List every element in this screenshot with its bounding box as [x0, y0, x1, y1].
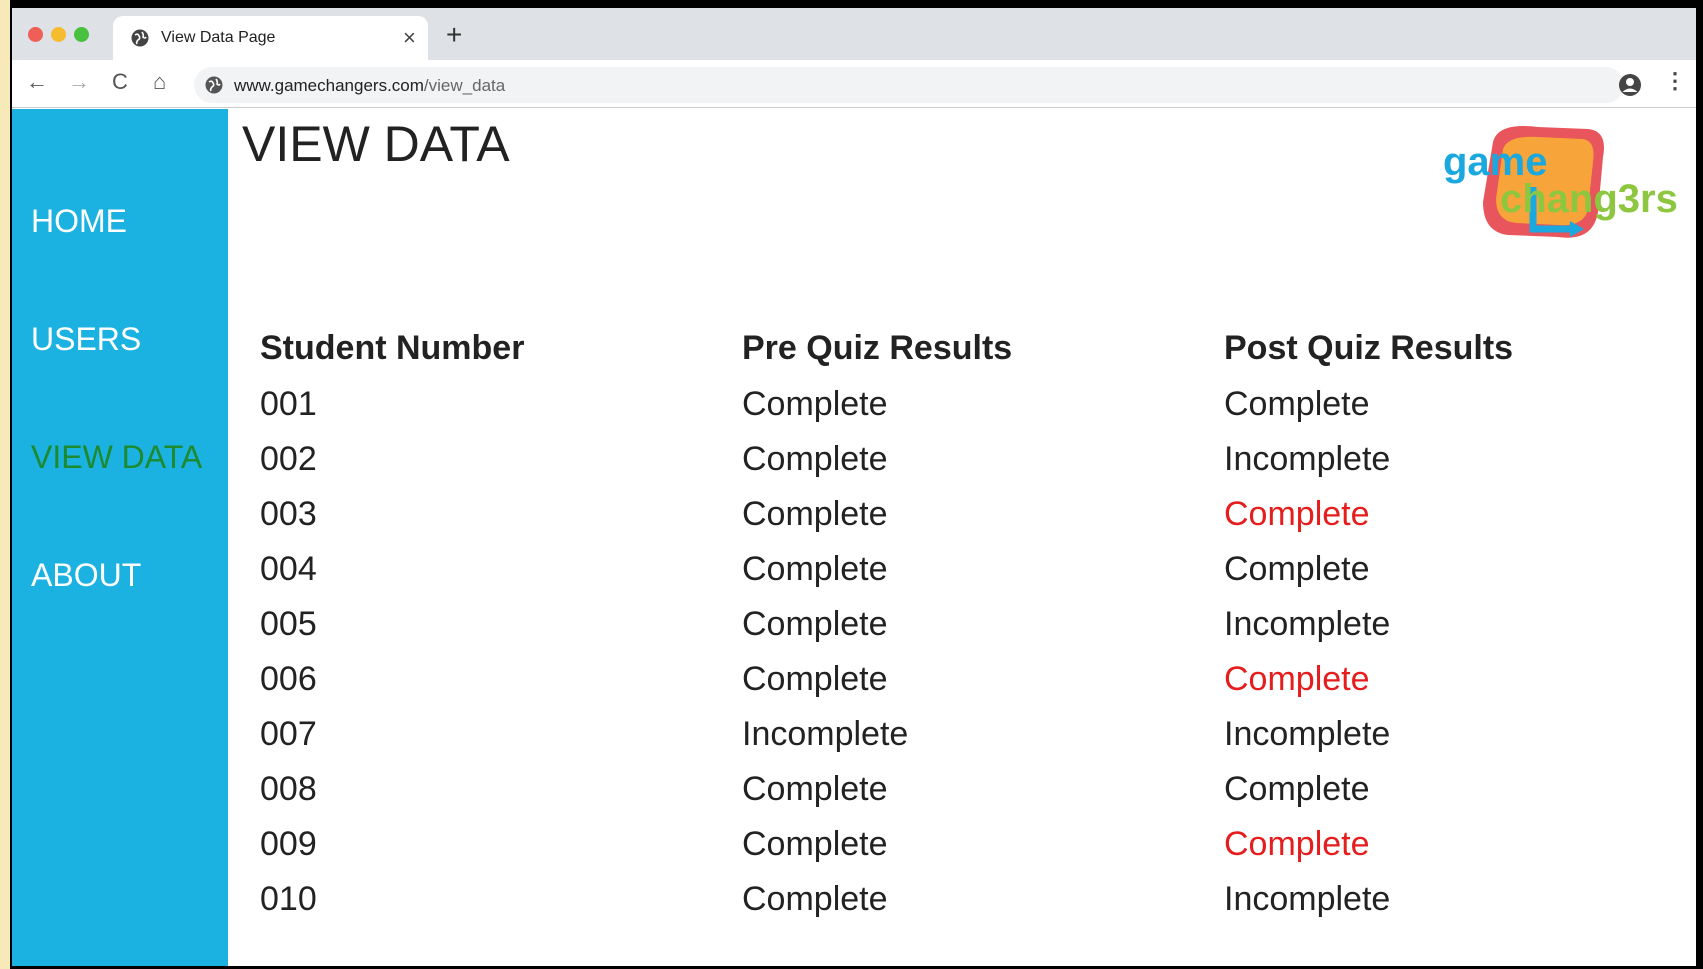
sidebar-item-home[interactable]: HOME: [31, 203, 127, 240]
profile-icon[interactable]: [1618, 73, 1642, 97]
table-row: 008 Complete Complete: [260, 762, 1624, 817]
sidebar: HOME USERS VIEW DATA ABOUT: [12, 109, 228, 966]
address-bar[interactable]: www.gamechangers.com/view_data: [194, 67, 1624, 103]
cell-post-quiz: Incomplete: [1224, 715, 1391, 753]
page-title: VIEW DATA: [242, 116, 510, 172]
header-pre-quiz: Pre Quiz Results: [742, 328, 1013, 367]
cell-post-quiz: Incomplete: [1224, 880, 1391, 918]
cell-student-number: 006: [260, 660, 317, 698]
cell-student-number: 004: [260, 550, 317, 588]
gamechangers-logo: game chang3rs: [1443, 126, 1678, 238]
globe-icon: [131, 29, 149, 47]
url-text: www.gamechangers.com/view_data: [234, 76, 505, 96]
cell-student-number: 003: [260, 495, 317, 533]
cell-pre-quiz: Complete: [742, 825, 888, 863]
page-content: HOME USERS VIEW DATA ABOUT VIEW DATA gam…: [12, 109, 1696, 966]
table-row: 004 Complete Complete: [260, 542, 1624, 597]
sidebar-item-about[interactable]: ABOUT: [31, 557, 141, 594]
reload-icon[interactable]: C: [112, 69, 128, 95]
cell-post-quiz: Complete: [1224, 550, 1370, 588]
header-student-number: Student Number: [260, 328, 525, 367]
cell-pre-quiz: Complete: [742, 385, 888, 423]
cell-post-quiz: Complete: [1224, 385, 1370, 423]
table-row: 001 Complete Complete: [260, 377, 1624, 432]
url-host: www.gamechangers.com: [234, 76, 424, 95]
sidebar-item-view-data[interactable]: VIEW DATA: [31, 439, 202, 476]
cell-student-number: 008: [260, 770, 317, 808]
minimize-window-button[interactable]: [51, 27, 66, 42]
cell-post-quiz: Complete: [1224, 770, 1370, 808]
table-row: 006 Complete Complete: [260, 652, 1624, 707]
table-row: 009 Complete Complete: [260, 817, 1624, 872]
maximize-window-button[interactable]: [74, 27, 89, 42]
cell-pre-quiz: Incomplete: [742, 715, 909, 753]
back-arrow-icon[interactable]: ←: [26, 69, 48, 95]
browser-toolbar: ← → C ⌂ www.gamechangers.com/view_data ⋮: [12, 60, 1696, 108]
cell-pre-quiz: Complete: [742, 440, 888, 478]
tab-bar: View Data Page × +: [12, 8, 1696, 60]
close-window-button[interactable]: [28, 27, 43, 42]
cell-student-number: 005: [260, 605, 317, 643]
header-post-quiz: Post Quiz Results: [1224, 328, 1514, 367]
cell-pre-quiz: Complete: [742, 880, 888, 918]
home-icon[interactable]: ⌂: [153, 69, 166, 95]
forward-arrow-icon[interactable]: →: [68, 69, 90, 95]
cell-post-quiz: Complete: [1224, 495, 1370, 533]
cell-pre-quiz: Complete: [742, 550, 888, 588]
new-tab-button[interactable]: +: [446, 19, 462, 51]
cell-post-quiz: Complete: [1224, 660, 1370, 698]
svg-text:chang3rs: chang3rs: [1500, 177, 1678, 221]
cell-pre-quiz: Complete: [742, 495, 888, 533]
cell-pre-quiz: Complete: [742, 605, 888, 643]
table-row: 003 Complete Complete: [260, 487, 1624, 542]
browser-window: View Data Page × + ← → C ⌂ www.gamechang…: [12, 8, 1696, 966]
table-row: 007 Incomplete Incomplete: [260, 707, 1624, 762]
cell-pre-quiz: Complete: [742, 660, 888, 698]
browser-menu-icon[interactable]: ⋮: [1664, 68, 1686, 94]
cell-student-number: 002: [260, 440, 317, 478]
cell-post-quiz: Incomplete: [1224, 605, 1391, 643]
tab-view-data[interactable]: View Data Page ×: [113, 16, 428, 60]
cell-post-quiz: Incomplete: [1224, 440, 1391, 478]
close-tab-icon[interactable]: ×: [403, 25, 416, 51]
cell-student-number: 010: [260, 880, 317, 918]
table-header-row: Student Number Pre Quiz Results Post Qui…: [260, 319, 1624, 377]
cell-student-number: 009: [260, 825, 317, 863]
desktop-edge: [0, 0, 10, 969]
results-table: Student Number Pre Quiz Results Post Qui…: [260, 319, 1624, 927]
sidebar-item-users[interactable]: USERS: [31, 321, 141, 358]
tab-title: View Data Page: [161, 29, 276, 46]
table-row: 010 Complete Incomplete: [260, 872, 1624, 927]
cell-pre-quiz: Complete: [742, 770, 888, 808]
table-row: 005 Complete Incomplete: [260, 597, 1624, 652]
url-path: /view_data: [423, 76, 506, 95]
cell-post-quiz: Complete: [1224, 825, 1370, 863]
cell-student-number: 007: [260, 715, 317, 753]
globe-icon: [205, 76, 223, 94]
main-area: VIEW DATA game chang3rs Student Number P…: [228, 109, 1696, 966]
table-row: 002 Complete Incomplete: [260, 432, 1624, 487]
cell-student-number: 001: [260, 385, 317, 423]
